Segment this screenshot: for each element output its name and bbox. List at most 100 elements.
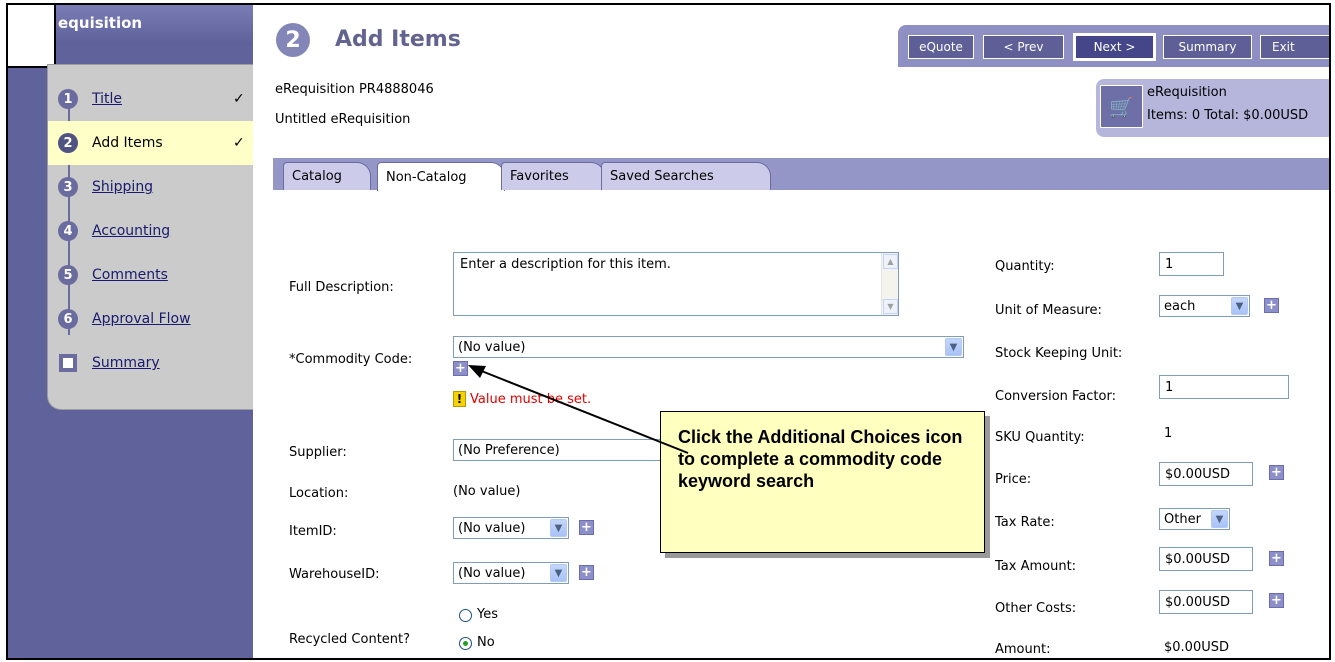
- step-number: 4: [58, 221, 78, 241]
- uom-value: each: [1164, 298, 1196, 314]
- price-add-icon[interactable]: +: [1269, 465, 1284, 480]
- recycled-no-radio[interactable]: [459, 637, 472, 650]
- sku-label: Stock Keeping Unit:: [995, 346, 1123, 361]
- tab-saved-searches[interactable]: Saved Searches: [601, 162, 771, 190]
- uom-label: Unit of Measure:: [995, 303, 1102, 318]
- cart-title: eRequisition: [1147, 85, 1227, 100]
- tax-amount-label: Tax Amount:: [995, 559, 1077, 574]
- step-label[interactable]: Comments: [92, 267, 168, 283]
- item-id-value: (No value): [458, 520, 526, 536]
- supplier-select[interactable]: (No Preference): [453, 439, 663, 461]
- recycled-no-label: No: [477, 635, 495, 650]
- item-id-select[interactable]: (No value) ▼: [453, 517, 569, 539]
- step-number: 6: [58, 309, 78, 329]
- wizard-steps: 1 Title ✓ 2 Add Items ✓ 3 Shipping 4 Acc…: [47, 64, 254, 410]
- step-shipping[interactable]: 3 Shipping: [48, 165, 254, 209]
- main-content: 2 Add Items eQuote < Prev Next > Summary…: [253, 5, 1329, 658]
- item-id-label: ItemID:: [289, 524, 337, 539]
- summary-button[interactable]: Summary: [1163, 35, 1252, 59]
- other-costs-field[interactable]: $0.00USD: [1159, 590, 1253, 614]
- warning-icon: !: [453, 391, 466, 407]
- warehouse-id-label: WarehouseID:: [289, 567, 380, 582]
- cart-summary-panel[interactable]: 🛒 eRequisition Items: 0 Total: $0.00USD: [1096, 79, 1329, 137]
- step-number-badge: 2: [276, 23, 310, 57]
- scrollbar[interactable]: ▲ ▼: [881, 253, 898, 315]
- additional-choices-icon[interactable]: +: [453, 361, 468, 376]
- full-description-label: Full Description:: [289, 280, 394, 295]
- location-value: (No value): [453, 484, 521, 499]
- step-number: 5: [58, 265, 78, 285]
- sku-quantity-label: SKU Quantity:: [995, 430, 1085, 445]
- requisition-window: equisition 1 Title ✓ 2 Add Items ✓ 3 Shi…: [6, 3, 1331, 660]
- conversion-factor-label: Conversion Factor:: [995, 389, 1116, 404]
- step-label[interactable]: Accounting: [92, 223, 170, 239]
- conversion-factor-field[interactable]: 1: [1159, 375, 1289, 399]
- instruction-callout: Click the Additional Choices icon to com…: [660, 411, 985, 553]
- recycled-yes-radio[interactable]: [459, 609, 472, 622]
- item-id-add-icon[interactable]: +: [579, 520, 594, 535]
- commodity-code-error: Value must be set.: [470, 392, 592, 407]
- recycled-content-label: Recycled Content?: [289, 632, 411, 647]
- step-label[interactable]: Title: [92, 91, 122, 107]
- commodity-code-value: (No value): [458, 339, 526, 355]
- uom-select[interactable]: each ▼: [1159, 295, 1250, 317]
- step-number: 1: [58, 89, 78, 109]
- exit-button[interactable]: Exit: [1260, 35, 1329, 59]
- scroll-up-icon[interactable]: ▲: [883, 254, 898, 269]
- uom-add-icon[interactable]: +: [1264, 298, 1279, 313]
- wizard-sidebar: equisition 1 Title ✓ 2 Add Items ✓ 3 Shi…: [8, 5, 254, 658]
- chevron-down-icon[interactable]: ▼: [1231, 297, 1248, 315]
- tab-favorites[interactable]: Favorites: [501, 162, 605, 190]
- page-title: Add Items: [335, 27, 461, 52]
- step-number: 3: [58, 177, 78, 197]
- commodity-code-select[interactable]: (No value) ▼: [453, 336, 964, 358]
- quantity-field[interactable]: 1: [1159, 252, 1224, 276]
- warehouse-id-select[interactable]: (No value) ▼: [453, 562, 569, 584]
- corner-mask: [8, 5, 56, 68]
- warehouse-id-add-icon[interactable]: +: [579, 565, 594, 580]
- full-description-field[interactable]: Enter a description for this item. ▲ ▼: [453, 252, 899, 316]
- sidebar-title: equisition: [58, 14, 143, 32]
- tax-rate-select[interactable]: Other ▼: [1159, 508, 1230, 530]
- step-label[interactable]: Summary: [92, 355, 160, 371]
- step-approval-flow[interactable]: 6 Approval Flow: [48, 297, 254, 341]
- full-description-value: Enter a description for this item.: [460, 257, 671, 272]
- summary-square-icon: [59, 354, 77, 372]
- tax-rate-label: Tax Rate:: [995, 515, 1055, 530]
- chevron-down-icon[interactable]: ▼: [1211, 510, 1228, 528]
- prev-button[interactable]: < Prev: [983, 35, 1064, 59]
- supplier-value: (No Preference): [458, 442, 560, 458]
- location-label: Location:: [289, 486, 349, 501]
- equote-button[interactable]: eQuote: [908, 35, 974, 59]
- tab-catalog[interactable]: Catalog: [283, 162, 371, 190]
- step-accounting[interactable]: 4 Accounting: [48, 209, 254, 253]
- tab-non-catalog[interactable]: Non-Catalog: [377, 162, 505, 191]
- step-label[interactable]: Approval Flow: [92, 311, 191, 327]
- step-title[interactable]: 1 Title ✓: [48, 77, 254, 121]
- chevron-down-icon[interactable]: ▼: [550, 519, 567, 537]
- tab-bar: Catalog Non-Catalog Favorites Saved Sear…: [273, 158, 1329, 191]
- requisition-name: Untitled eRequisition: [275, 112, 411, 127]
- other-costs-add-icon[interactable]: +: [1269, 593, 1284, 608]
- quantity-label: Quantity:: [995, 259, 1055, 274]
- step-number: 2: [58, 133, 78, 153]
- commodity-code-label: *Commodity Code:: [289, 352, 413, 367]
- scroll-down-icon[interactable]: ▼: [883, 299, 898, 314]
- step-add-items[interactable]: 2 Add Items ✓: [48, 121, 254, 165]
- next-button[interactable]: Next >: [1073, 33, 1156, 61]
- amount-value: $0.00USD: [1164, 640, 1229, 655]
- step-comments[interactable]: 5 Comments: [48, 253, 254, 297]
- callout-text: Click the Additional Choices icon to com…: [678, 427, 963, 491]
- step-label: Add Items: [92, 135, 163, 151]
- chevron-down-icon[interactable]: ▼: [945, 338, 962, 356]
- tax-amount-field[interactable]: $0.00USD: [1159, 547, 1253, 571]
- shopping-cart-icon[interactable]: 🛒: [1100, 85, 1143, 128]
- price-field[interactable]: $0.00USD: [1159, 462, 1253, 486]
- price-label: Price:: [995, 472, 1032, 487]
- step-summary[interactable]: Summary: [48, 341, 254, 385]
- other-costs-label: Other Costs:: [995, 601, 1077, 616]
- check-icon: ✓: [233, 91, 245, 107]
- tax-amount-add-icon[interactable]: +: [1269, 551, 1284, 566]
- chevron-down-icon[interactable]: ▼: [550, 564, 567, 582]
- step-label[interactable]: Shipping: [92, 179, 153, 195]
